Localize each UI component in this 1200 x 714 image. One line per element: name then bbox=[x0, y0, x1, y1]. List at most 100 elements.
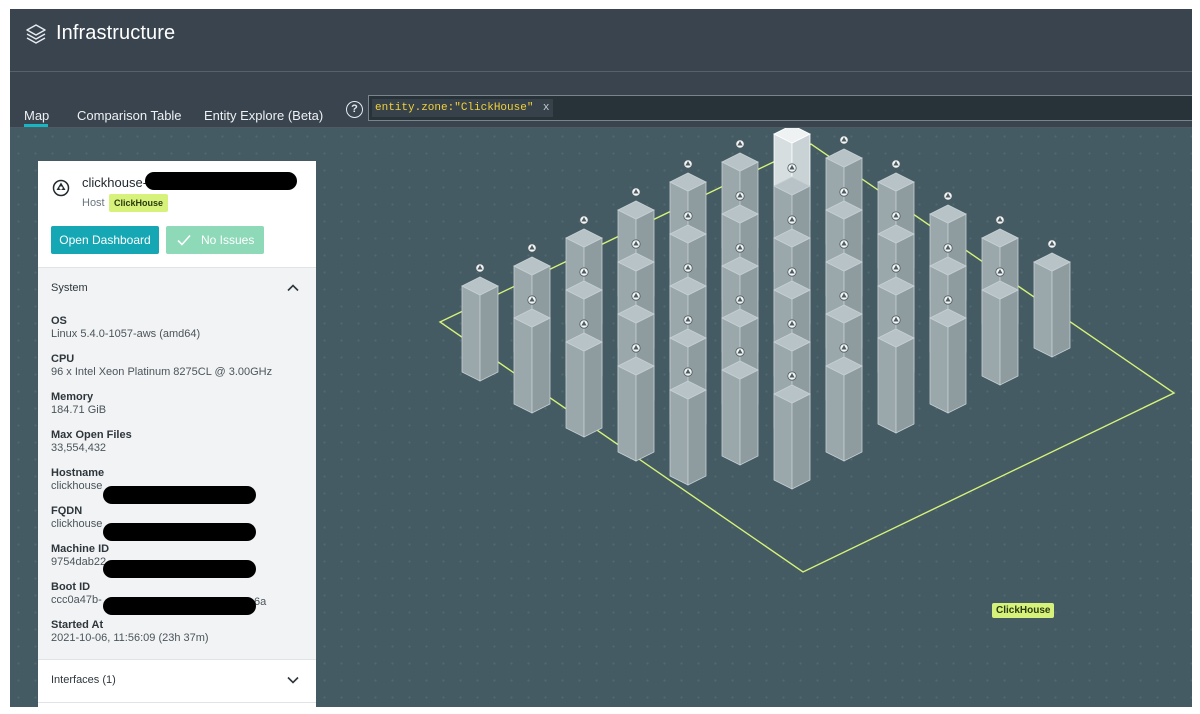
property-label: CPU bbox=[51, 353, 75, 365]
property-label: FQDN bbox=[51, 505, 83, 517]
host-grid[interactable] bbox=[461, 128, 1071, 490]
host-marker-icon bbox=[891, 263, 901, 273]
property-max-open-files: Max Open Files 33,554,432 bbox=[51, 429, 132, 454]
property-hostname: Hostname clickhouse bbox=[51, 467, 104, 492]
redacted-hostname bbox=[145, 172, 297, 190]
app-header: Infrastructure bbox=[10, 9, 1192, 72]
chip-remove-button[interactable]: x bbox=[543, 99, 550, 117]
host-marker-icon bbox=[995, 267, 1005, 277]
host-marker-icon bbox=[787, 371, 797, 381]
host-marker-icon bbox=[683, 211, 693, 221]
host-marker-icon bbox=[631, 291, 641, 301]
host-marker-icon bbox=[891, 315, 901, 325]
property-value: ccc0a47b- bbox=[51, 594, 102, 606]
host-marker-icon bbox=[943, 243, 953, 253]
property-os: OS Linux 5.4.0-1057-aws (amd64) bbox=[51, 315, 200, 340]
host-marker-icon bbox=[735, 139, 745, 149]
host-marker-icon bbox=[839, 291, 849, 301]
host-marker-icon bbox=[735, 243, 745, 253]
layers-icon bbox=[26, 24, 46, 44]
filter-chip[interactable]: entity.zone:"ClickHouse" x bbox=[372, 99, 554, 117]
property-label: Hostname bbox=[51, 467, 105, 479]
no-issues-button[interactable]: No Issues bbox=[166, 226, 264, 254]
property-cpu: CPU 96 x Intel Xeon Platinum 8275CL @ 3.… bbox=[51, 353, 272, 378]
host-marker-icon bbox=[787, 267, 797, 277]
no-issues-label: No Issues bbox=[201, 233, 255, 247]
host-marker-icon bbox=[683, 159, 693, 169]
host-marker-icon bbox=[475, 263, 485, 273]
host-marker-icon bbox=[735, 295, 745, 305]
tab-map[interactable]: Map bbox=[24, 108, 49, 123]
app-window: Infrastructure Map Comparison Table Enti… bbox=[10, 9, 1192, 707]
host-marker-icon bbox=[891, 159, 901, 169]
host-marker-icon bbox=[579, 215, 589, 225]
page-title: Infrastructure bbox=[56, 22, 176, 44]
host-marker-icon bbox=[943, 191, 953, 201]
redacted-hostname-value bbox=[103, 486, 256, 504]
host-marker-icon bbox=[787, 163, 797, 173]
filter-search-input[interactable]: entity.zone:"ClickHouse" x bbox=[368, 95, 1192, 121]
question-circle-icon[interactable]: ? bbox=[346, 101, 363, 118]
redacted-machine-id-value bbox=[103, 560, 256, 578]
open-dashboard-button[interactable]: Open Dashboard bbox=[51, 226, 159, 254]
entity-detail-panel: clickhouse- Host ClickHouse Open Dashboa… bbox=[38, 161, 316, 707]
property-fqdn: FQDN clickhouse bbox=[51, 505, 102, 530]
host-marker-icon bbox=[683, 367, 693, 377]
host-marker-icon bbox=[943, 295, 953, 305]
property-boot-id: Boot ID ccc0a47b- bbox=[51, 581, 102, 606]
host-marker-icon bbox=[579, 319, 589, 329]
entity-type: Host bbox=[82, 197, 105, 209]
host-marker-icon bbox=[839, 187, 849, 197]
property-label: Boot ID bbox=[51, 581, 91, 593]
filter-chip-text: entity.zone:"ClickHouse" bbox=[375, 102, 534, 114]
host-marker-icon bbox=[631, 343, 641, 353]
redacted-fqdn-value bbox=[103, 523, 256, 541]
host-marker-icon bbox=[683, 315, 693, 325]
host-marker-icon bbox=[839, 239, 849, 249]
property-label: Machine ID bbox=[51, 543, 110, 555]
host-marker-icon bbox=[735, 347, 745, 357]
property-value: Linux 5.4.0-1057-aws (amd64) bbox=[51, 328, 201, 340]
redacted-boot-id-value bbox=[103, 597, 256, 615]
property-value: clickhouse bbox=[51, 518, 103, 530]
property-label: Max Open Files bbox=[51, 429, 132, 441]
property-value: 33,554,432 bbox=[51, 442, 107, 454]
host-block[interactable] bbox=[461, 263, 499, 382]
host-marker-icon bbox=[995, 215, 1005, 225]
chevron-up-icon[interactable] bbox=[286, 281, 300, 295]
host-marker-icon bbox=[579, 267, 589, 277]
property-label: OS bbox=[51, 315, 67, 327]
active-tab-indicator bbox=[24, 124, 48, 127]
tab-comparison-table[interactable]: Comparison Table bbox=[77, 108, 182, 123]
property-value: clickhouse bbox=[51, 480, 103, 492]
host-marker-icon bbox=[631, 187, 641, 197]
property-started-at: Started At 2021-10-06, 11:56:09 (23h 37m… bbox=[51, 619, 209, 644]
zone-tag[interactable]: ClickHouse bbox=[109, 194, 169, 212]
host-marker-icon bbox=[839, 343, 849, 353]
property-label: Started At bbox=[51, 619, 104, 631]
property-value: 9754dab22 bbox=[51, 556, 107, 568]
property-machine-id: Machine ID 9754dab22 bbox=[51, 543, 109, 568]
host-marker-icon bbox=[1047, 239, 1057, 249]
system-section-header[interactable]: System bbox=[38, 267, 316, 311]
interfaces-section-header[interactable]: Interfaces (1) bbox=[38, 659, 316, 703]
property-value: 2021-10-06, 11:56:09 (23h 37m) bbox=[51, 632, 209, 644]
host-marker-icon bbox=[891, 211, 901, 221]
host-marker-icon bbox=[787, 215, 797, 225]
host-marker-icon bbox=[527, 295, 537, 305]
host-name: clickhouse- bbox=[82, 175, 148, 190]
host-marker-icon bbox=[839, 135, 849, 145]
interfaces-section-title: Interfaces (1) bbox=[51, 674, 116, 686]
tab-entity-explore[interactable]: Entity Explore (Beta) bbox=[204, 108, 323, 123]
clickhouse-host-icon bbox=[52, 179, 70, 197]
chevron-down-icon[interactable] bbox=[286, 673, 300, 687]
system-properties: OS Linux 5.4.0-1057-aws (amd64) CPU 96 x… bbox=[38, 310, 316, 659]
property-value: 184.71 GiB bbox=[51, 404, 107, 416]
property-value: 96 x Intel Xeon Platinum 8275CL @ 3.00GH… bbox=[51, 366, 273, 378]
tab-bar: Map Comparison Table Entity Explore (Bet… bbox=[10, 72, 1192, 128]
check-icon bbox=[177, 234, 191, 246]
host-marker-icon bbox=[683, 263, 693, 273]
system-section-title: System bbox=[51, 282, 88, 294]
property-label: Memory bbox=[51, 391, 94, 403]
host-block[interactable] bbox=[1033, 239, 1071, 358]
